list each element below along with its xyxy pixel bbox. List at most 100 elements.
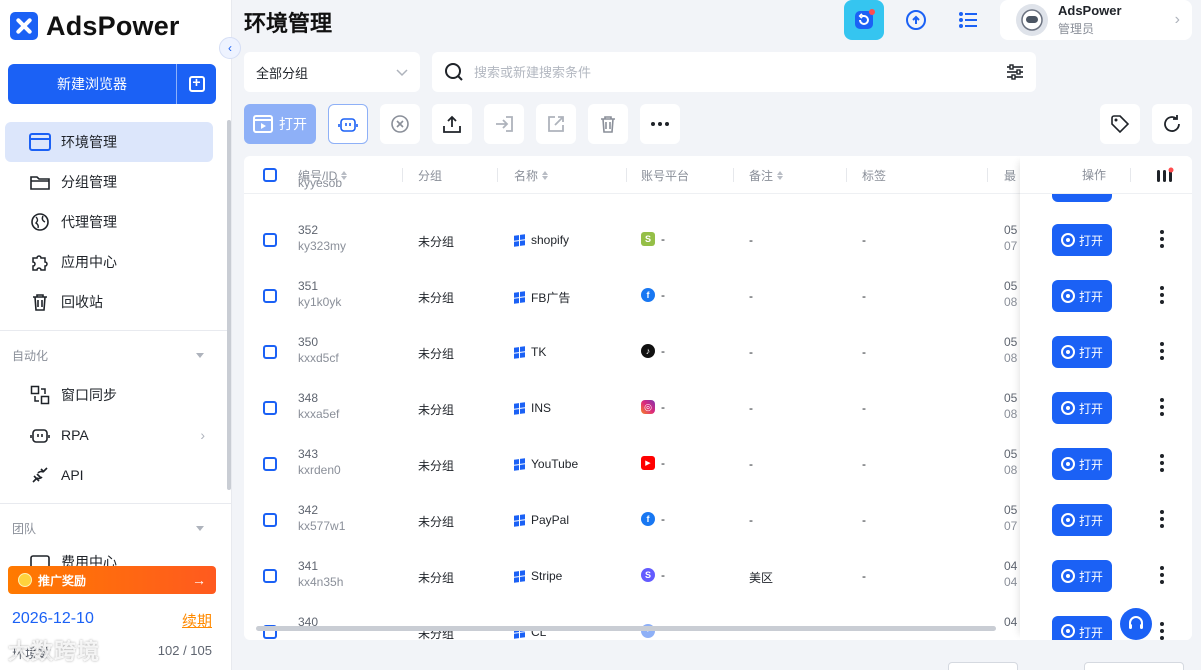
- row-checkbox[interactable]: [263, 513, 277, 527]
- profile-number: 341: [298, 559, 319, 573]
- sidebar-scrollbar[interactable]: [227, 120, 231, 490]
- last-open-time: 07: [1004, 239, 1018, 253]
- pagination-size-select[interactable]: [948, 662, 1018, 670]
- row-more-button[interactable]: [1156, 398, 1168, 416]
- sidebar-item-trash[interactable]: 回收站: [5, 282, 213, 322]
- refresh-button[interactable]: [1152, 104, 1192, 144]
- sidebar-section-automation[interactable]: 自动化: [0, 335, 232, 375]
- table-horizontal-scrollbar[interactable]: [256, 626, 996, 631]
- sidebar: AdsPower 新建浏览器 环境管理 分组管理 代理管理: [0, 0, 232, 670]
- row-more-button[interactable]: [1156, 454, 1168, 472]
- move-in-icon: [496, 116, 513, 132]
- last-open-date: 04: [1004, 615, 1018, 629]
- group-filter-value: 全部分组: [256, 65, 309, 81]
- tags-button[interactable]: [1100, 104, 1140, 144]
- open-label: 打开: [1078, 233, 1103, 248]
- search-input[interactable]: [474, 64, 996, 80]
- sidebar-item-window-sync[interactable]: 窗口同步: [5, 375, 213, 415]
- platform-cell: ▶ -: [641, 456, 665, 470]
- add-box-icon: [188, 74, 205, 92]
- user-menu[interactable]: AdsPower 管理员 ›: [1000, 0, 1192, 40]
- last-open-time: 08: [1004, 295, 1018, 309]
- batch-close-button[interactable]: [380, 104, 420, 144]
- update-badge-icon: [855, 9, 875, 29]
- customer-support-button[interactable]: [1120, 608, 1152, 640]
- group-filter-select[interactable]: 全部分组: [244, 52, 420, 92]
- platform-account: -: [661, 568, 665, 582]
- batch-open-label: 打开: [279, 116, 307, 132]
- profile-group: 未分组: [418, 459, 455, 473]
- sidebar-item-label: RPA: [61, 427, 89, 443]
- row-more-button[interactable]: [1156, 622, 1168, 640]
- sidebar-item-app-center[interactable]: 应用中心: [5, 242, 213, 282]
- adspower-logo[interactable]: AdsPower: [10, 10, 180, 42]
- section-label: 自动化: [12, 348, 49, 363]
- upload-button[interactable]: [432, 104, 472, 144]
- chevron-down-icon: [196, 525, 204, 531]
- open-profile-button[interactable]: 打开: [1052, 336, 1112, 368]
- open-profile-button[interactable]: 打开: [1052, 560, 1112, 592]
- share-button[interactable]: [536, 104, 576, 144]
- new-browser-button[interactable]: 新建浏览器: [8, 64, 176, 104]
- row-checkbox[interactable]: [263, 569, 277, 583]
- last-open-date: 05: [1004, 335, 1018, 349]
- tiktok-icon: ♪: [641, 344, 655, 358]
- share-icon: [548, 116, 564, 132]
- chrome-icon: [1060, 569, 1075, 583]
- sidebar-section-team[interactable]: 团队: [0, 508, 232, 548]
- delete-button[interactable]: [588, 104, 628, 144]
- quick-create-button[interactable]: [176, 64, 216, 104]
- batch-rpa-button[interactable]: [328, 104, 368, 144]
- collapse-sidebar-button[interactable]: ‹: [219, 37, 241, 59]
- last-open-time: 08: [1004, 463, 1018, 477]
- sync-cloud-button[interactable]: [896, 0, 936, 40]
- platform-cell: S-: [641, 232, 665, 246]
- sidebar-item-api[interactable]: API: [5, 455, 213, 495]
- open-profile-button[interactable]: 打开: [1052, 224, 1112, 256]
- row-more-button[interactable]: [1156, 566, 1168, 584]
- platform-account: -: [661, 288, 665, 302]
- row-checkbox[interactable]: [263, 289, 277, 303]
- open-profile-button[interactable]: 打开: [1052, 616, 1112, 640]
- shopify-icon: S: [641, 232, 655, 246]
- row-more-button[interactable]: [1156, 510, 1168, 528]
- open-profile-button[interactable]: 打开: [1052, 504, 1112, 536]
- profile-tag: -: [862, 513, 866, 527]
- coin-icon: [18, 573, 32, 587]
- move-group-button[interactable]: [484, 104, 524, 144]
- row-more-button[interactable]: [1156, 286, 1168, 304]
- sidebar-item-profiles[interactable]: 环境管理: [5, 122, 213, 162]
- sidebar-item-proxies[interactable]: 代理管理: [5, 202, 213, 242]
- open-window-icon: [253, 115, 273, 133]
- pagination-jump[interactable]: [1084, 662, 1184, 670]
- open-profile-button[interactable]: 打开: [1052, 392, 1112, 424]
- row-checkbox[interactable]: [263, 345, 277, 359]
- task-list-button[interactable]: [948, 0, 988, 40]
- row-checkbox[interactable]: [263, 233, 277, 247]
- open-profile-button[interactable]: 打开: [1052, 280, 1112, 312]
- open-button-partial[interactable]: [1052, 194, 1112, 202]
- platform-account: -: [661, 456, 665, 470]
- last-open-date: 05: [1004, 447, 1018, 461]
- profile-uid: ky1k0yk: [298, 295, 342, 309]
- quota-value: 102 / 105: [157, 643, 212, 658]
- filter-sliders-icon[interactable]: [1006, 64, 1024, 80]
- row-checkbox[interactable]: [263, 401, 277, 415]
- batch-open-button[interactable]: 打开: [244, 104, 316, 144]
- sidebar-item-label: 窗口同步: [61, 387, 117, 403]
- open-profile-button[interactable]: 打开: [1052, 448, 1112, 480]
- row-more-button[interactable]: [1156, 342, 1168, 360]
- row-more-button[interactable]: [1156, 230, 1168, 248]
- profile-tag: -: [862, 345, 866, 359]
- promo-banner[interactable]: 推广奖励 →: [8, 566, 216, 594]
- sidebar-item-rpa[interactable]: RPA ›: [5, 415, 213, 455]
- robot-icon: [29, 424, 51, 446]
- profile-number: 352: [298, 223, 319, 237]
- renew-link[interactable]: 续期: [182, 610, 212, 631]
- chrome-icon: [1060, 624, 1075, 638]
- row-checkbox[interactable]: [263, 457, 277, 471]
- column-settings-icon[interactable]: [1156, 167, 1174, 186]
- more-actions-button[interactable]: [640, 104, 680, 144]
- update-kernel-button[interactable]: [844, 0, 884, 40]
- sidebar-item-groups[interactable]: 分组管理: [5, 162, 213, 202]
